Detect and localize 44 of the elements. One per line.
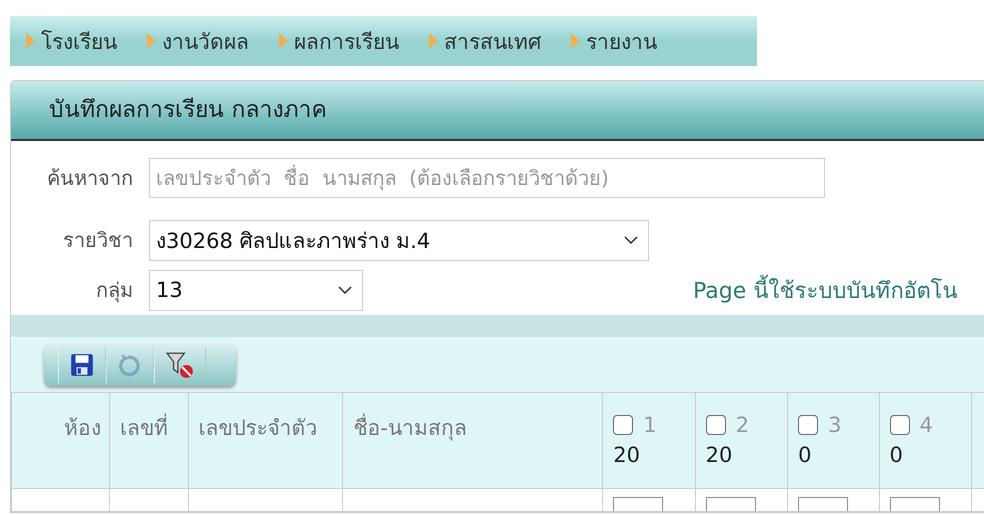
search-field[interactable]: เลขประจำตัว ชื่อ นามสกุล (ต้องเลือกรายวิชาด้วย) — [149, 158, 825, 198]
group-dropdown[interactable]: 13 — [149, 270, 363, 310]
triangle-icon — [571, 33, 580, 49]
column-header: 1 — [643, 413, 657, 437]
nav-link[interactable]: โรงเรียน — [26, 24, 117, 58]
save-button[interactable] — [58, 346, 106, 382]
panel-title: บันทึกผลการเรียน กลางภาค — [11, 81, 984, 141]
triangle-icon — [26, 33, 35, 49]
field-label: ค้นหาจาก — [46, 165, 134, 192]
triangle-icon — [147, 33, 156, 49]
max-score: 0 — [798, 443, 812, 467]
nav-link[interactable]: ผลการเรียน — [279, 24, 399, 58]
checkbox[interactable] — [890, 415, 910, 435]
triangle-icon — [279, 33, 288, 49]
save-icon — [69, 352, 95, 378]
column-header: 2 — [736, 413, 750, 437]
column-header: เลขที่ — [120, 416, 168, 440]
triangle-icon — [429, 33, 438, 49]
column-header: 3 — [828, 413, 842, 437]
column-header: ห้อง — [64, 416, 102, 440]
score-field[interactable] — [798, 497, 848, 511]
checkbox[interactable] — [706, 415, 726, 435]
caret-icon — [338, 286, 352, 294]
field-label: กลุ่ม — [95, 277, 134, 304]
max-score: 20 — [613, 443, 641, 467]
field-label: รายวิชา — [62, 227, 134, 254]
column-header: 4 — [920, 413, 933, 437]
caret-icon — [624, 236, 638, 244]
autosave-note: Page นี้ใช้ระบบบันทึกอัตโน — [693, 272, 958, 308]
subject-dropdown[interactable]: ง30268 ศิลปและภาพร่าง ม.4 — [149, 220, 649, 260]
nav-link[interactable]: รายงาน — [571, 24, 657, 58]
filter-off-icon — [165, 350, 195, 380]
column-header: เลขประจำตัว — [198, 416, 318, 440]
nav-link[interactable]: สารสนเทศ — [429, 24, 541, 58]
checkbox[interactable] — [798, 415, 818, 435]
max-score: 20 — [706, 443, 734, 467]
score-field[interactable] — [890, 497, 940, 511]
filter-off-button[interactable] — [154, 346, 206, 382]
column-header: ชื่อ-นามสกุล — [353, 416, 467, 440]
checkbox[interactable] — [613, 415, 634, 435]
score-field[interactable] — [613, 497, 664, 511]
nav-link[interactable]: งานวัดผล — [147, 24, 249, 58]
max-score: 0 — [890, 443, 904, 467]
score-field[interactable] — [706, 497, 756, 511]
